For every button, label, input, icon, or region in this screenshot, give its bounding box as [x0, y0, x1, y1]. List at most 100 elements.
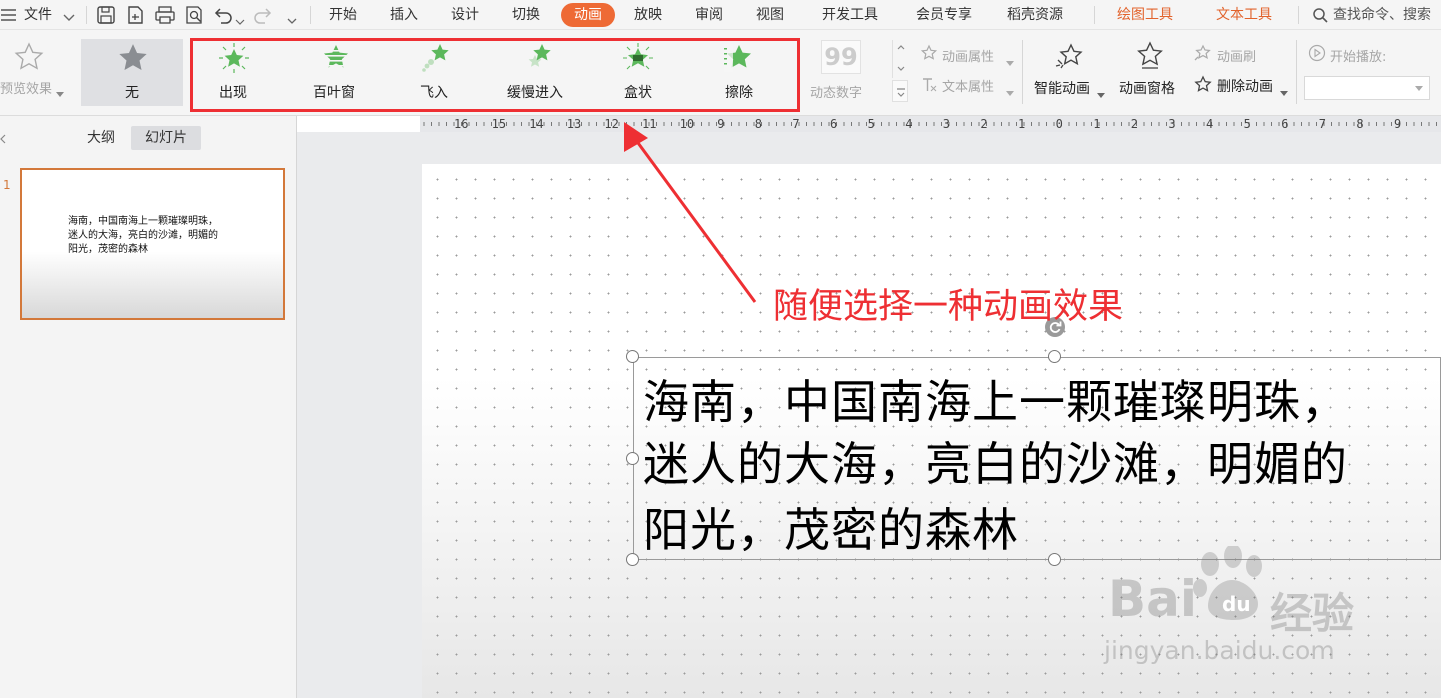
slides-panel: 大纲 幻灯片 1 海南，中国南海上一颗璀璨明珠， 迷人的大海，亮白的沙滩，明媚的…	[0, 116, 297, 698]
ruler-number: 16	[454, 117, 469, 131]
star-gray-icon	[117, 42, 149, 74]
ruler-number: 13	[566, 117, 582, 131]
watermark-brand: Bai	[1108, 570, 1197, 628]
dynamic-number-icon[interactable]: 99	[821, 40, 861, 74]
slide-thumbnail[interactable]: 海南，中国南海上一颗璀璨明珠， 迷人的大海，亮白的沙滩，明媚的 阳光，茂密的森林	[20, 168, 285, 320]
animation-pane-button[interactable]: 动画窗格	[1119, 78, 1175, 98]
svg-text:du: du	[1222, 592, 1251, 616]
animation-brush-icon[interactable]	[1193, 44, 1213, 62]
tab-insert[interactable]: 插入	[390, 0, 418, 30]
tab-outline[interactable]: 大纲	[78, 126, 124, 150]
chevron-down-icon[interactable]	[56, 83, 64, 97]
tab-design[interactable]: 设计	[451, 0, 479, 30]
smart-animation-icon[interactable]	[1053, 40, 1085, 72]
ruler-number: 1	[1018, 117, 1026, 131]
ruler-number: 6	[830, 117, 838, 131]
gallery-expand-icon[interactable]	[892, 80, 908, 102]
delete-animation-icon[interactable]	[1193, 75, 1213, 95]
ruler-number: 4	[905, 117, 913, 131]
divider	[1094, 6, 1095, 24]
tab-animation[interactable]: 动画	[561, 3, 615, 27]
collapse-panel-icon[interactable]	[0, 130, 6, 144]
print-icon[interactable]	[154, 5, 176, 25]
slide-text-line[interactable]: 阳光，茂密的森林	[643, 494, 1019, 560]
tab-review[interactable]: 审阅	[695, 0, 723, 30]
animation-pane-icon[interactable]	[1134, 40, 1166, 72]
tab-transition[interactable]: 切换	[512, 0, 540, 30]
quick-access-chevron-icon[interactable]	[286, 11, 298, 24]
ruler-number: 9	[1394, 117, 1402, 131]
tab-text-tools[interactable]: 文本工具	[1216, 0, 1272, 30]
tab-slides[interactable]: 幻灯片	[131, 126, 201, 150]
paw-logo-icon: du	[1188, 544, 1272, 626]
ruler-number: 4	[1206, 117, 1214, 131]
hamburger-menu-icon[interactable]	[0, 7, 18, 23]
tab-view[interactable]: 视图	[756, 0, 784, 30]
tab-docer-resources[interactable]: 稻壳资源	[1007, 0, 1063, 30]
ruler-number: 7	[1318, 117, 1327, 131]
export-pdf-icon[interactable]	[125, 5, 145, 25]
start-playing-label: 开始播放:	[1330, 50, 1387, 65]
ruler-number: 0	[1055, 117, 1063, 131]
search-command-field[interactable]: 查找命令、搜索	[1333, 0, 1431, 30]
search-icon[interactable]	[1312, 7, 1329, 24]
chevron-down-icon[interactable]	[1006, 82, 1014, 96]
slide-number: 1	[3, 178, 11, 192]
divider	[1298, 6, 1299, 24]
undo-icon[interactable]	[212, 5, 234, 25]
play-circle-icon[interactable]	[1308, 44, 1326, 62]
delete-animation-button[interactable]: 删除动画	[1217, 76, 1273, 96]
preview-effect-button[interactable]: 预览效果	[0, 78, 52, 97]
resize-handle[interactable]	[1048, 553, 1061, 566]
thumbnail-text-line: 海南，中国南海上一颗璀璨明珠，	[68, 216, 218, 227]
gallery-scroll-down-icon[interactable]	[892, 60, 908, 78]
resize-handle[interactable]	[626, 452, 639, 465]
watermark-brand-tail: 经验	[1270, 589, 1355, 638]
text-property-icon	[920, 76, 938, 94]
ruler-number: 8	[1356, 117, 1364, 131]
wps-presentation-window: 文件 开始 插入 设计 切换 动画 放映 审阅 视图 开发工具 会员专享 稻壳资…	[0, 0, 1441, 698]
tab-drawing-tools[interactable]: 绘图工具	[1117, 0, 1173, 30]
slide-text-line[interactable]: 迷人的大海，亮白的沙滩，明媚的	[643, 428, 1348, 494]
ruler-number: 3	[1168, 117, 1176, 131]
slide-text-line[interactable]: 海南，中国南海上一颗璀璨明珠，	[643, 366, 1348, 432]
highlight-box	[190, 38, 800, 112]
tab-member[interactable]: 会员专享	[916, 0, 972, 30]
divider	[86, 6, 87, 24]
ruler-number: 2	[1130, 117, 1139, 131]
redo-icon[interactable]	[252, 5, 274, 25]
save-icon[interactable]	[96, 5, 116, 25]
text-property-button[interactable]: 文本属性	[942, 76, 994, 95]
annotation-text: 随便选择一种动画效果	[773, 287, 1124, 327]
resize-handle[interactable]	[626, 553, 639, 566]
animation-property-button[interactable]: 动画属性	[942, 46, 994, 65]
dynamic-number-button[interactable]: 动态数字	[810, 82, 862, 101]
ruler-number: 14	[529, 117, 544, 131]
undo-dropdown-chevron-icon[interactable]	[235, 11, 245, 25]
gallery-scroll-up-icon[interactable]	[892, 40, 908, 62]
thumbnail-text-line: 阳光，茂密的森林	[68, 244, 148, 255]
ruler-number: 5	[867, 117, 875, 131]
start-playing-select[interactable]	[1304, 76, 1430, 100]
tab-developer-tools[interactable]: 开发工具	[822, 0, 878, 30]
ruler-number: 3	[942, 117, 951, 131]
ruler-number: 1	[1093, 117, 1101, 131]
tab-home[interactable]: 开始	[329, 0, 357, 30]
file-menu[interactable]: 文件	[24, 0, 52, 30]
thumbnail-text-line: 迷人的大海，亮白的沙滩，明媚的	[68, 230, 218, 241]
resize-handle[interactable]	[626, 350, 639, 363]
tab-slideshow[interactable]: 放映	[634, 0, 662, 30]
print-preview-icon[interactable]	[184, 5, 206, 25]
ruler-number: 5	[1243, 117, 1251, 131]
chevron-down-icon[interactable]	[1097, 84, 1105, 98]
chevron-down-icon[interactable]	[62, 9, 76, 21]
star-outline-icon[interactable]	[14, 42, 44, 72]
smart-animation-button[interactable]: 智能动画	[1034, 78, 1090, 98]
chevron-down-icon[interactable]	[1280, 82, 1288, 96]
animation-brush-button[interactable]: 动画刷	[1217, 46, 1256, 65]
resize-handle[interactable]	[1048, 350, 1061, 363]
annotation-arrow	[624, 122, 757, 303]
effect-none-label: 无	[125, 85, 139, 101]
ruler-number: 15	[491, 117, 507, 131]
chevron-down-icon[interactable]	[1006, 52, 1014, 66]
